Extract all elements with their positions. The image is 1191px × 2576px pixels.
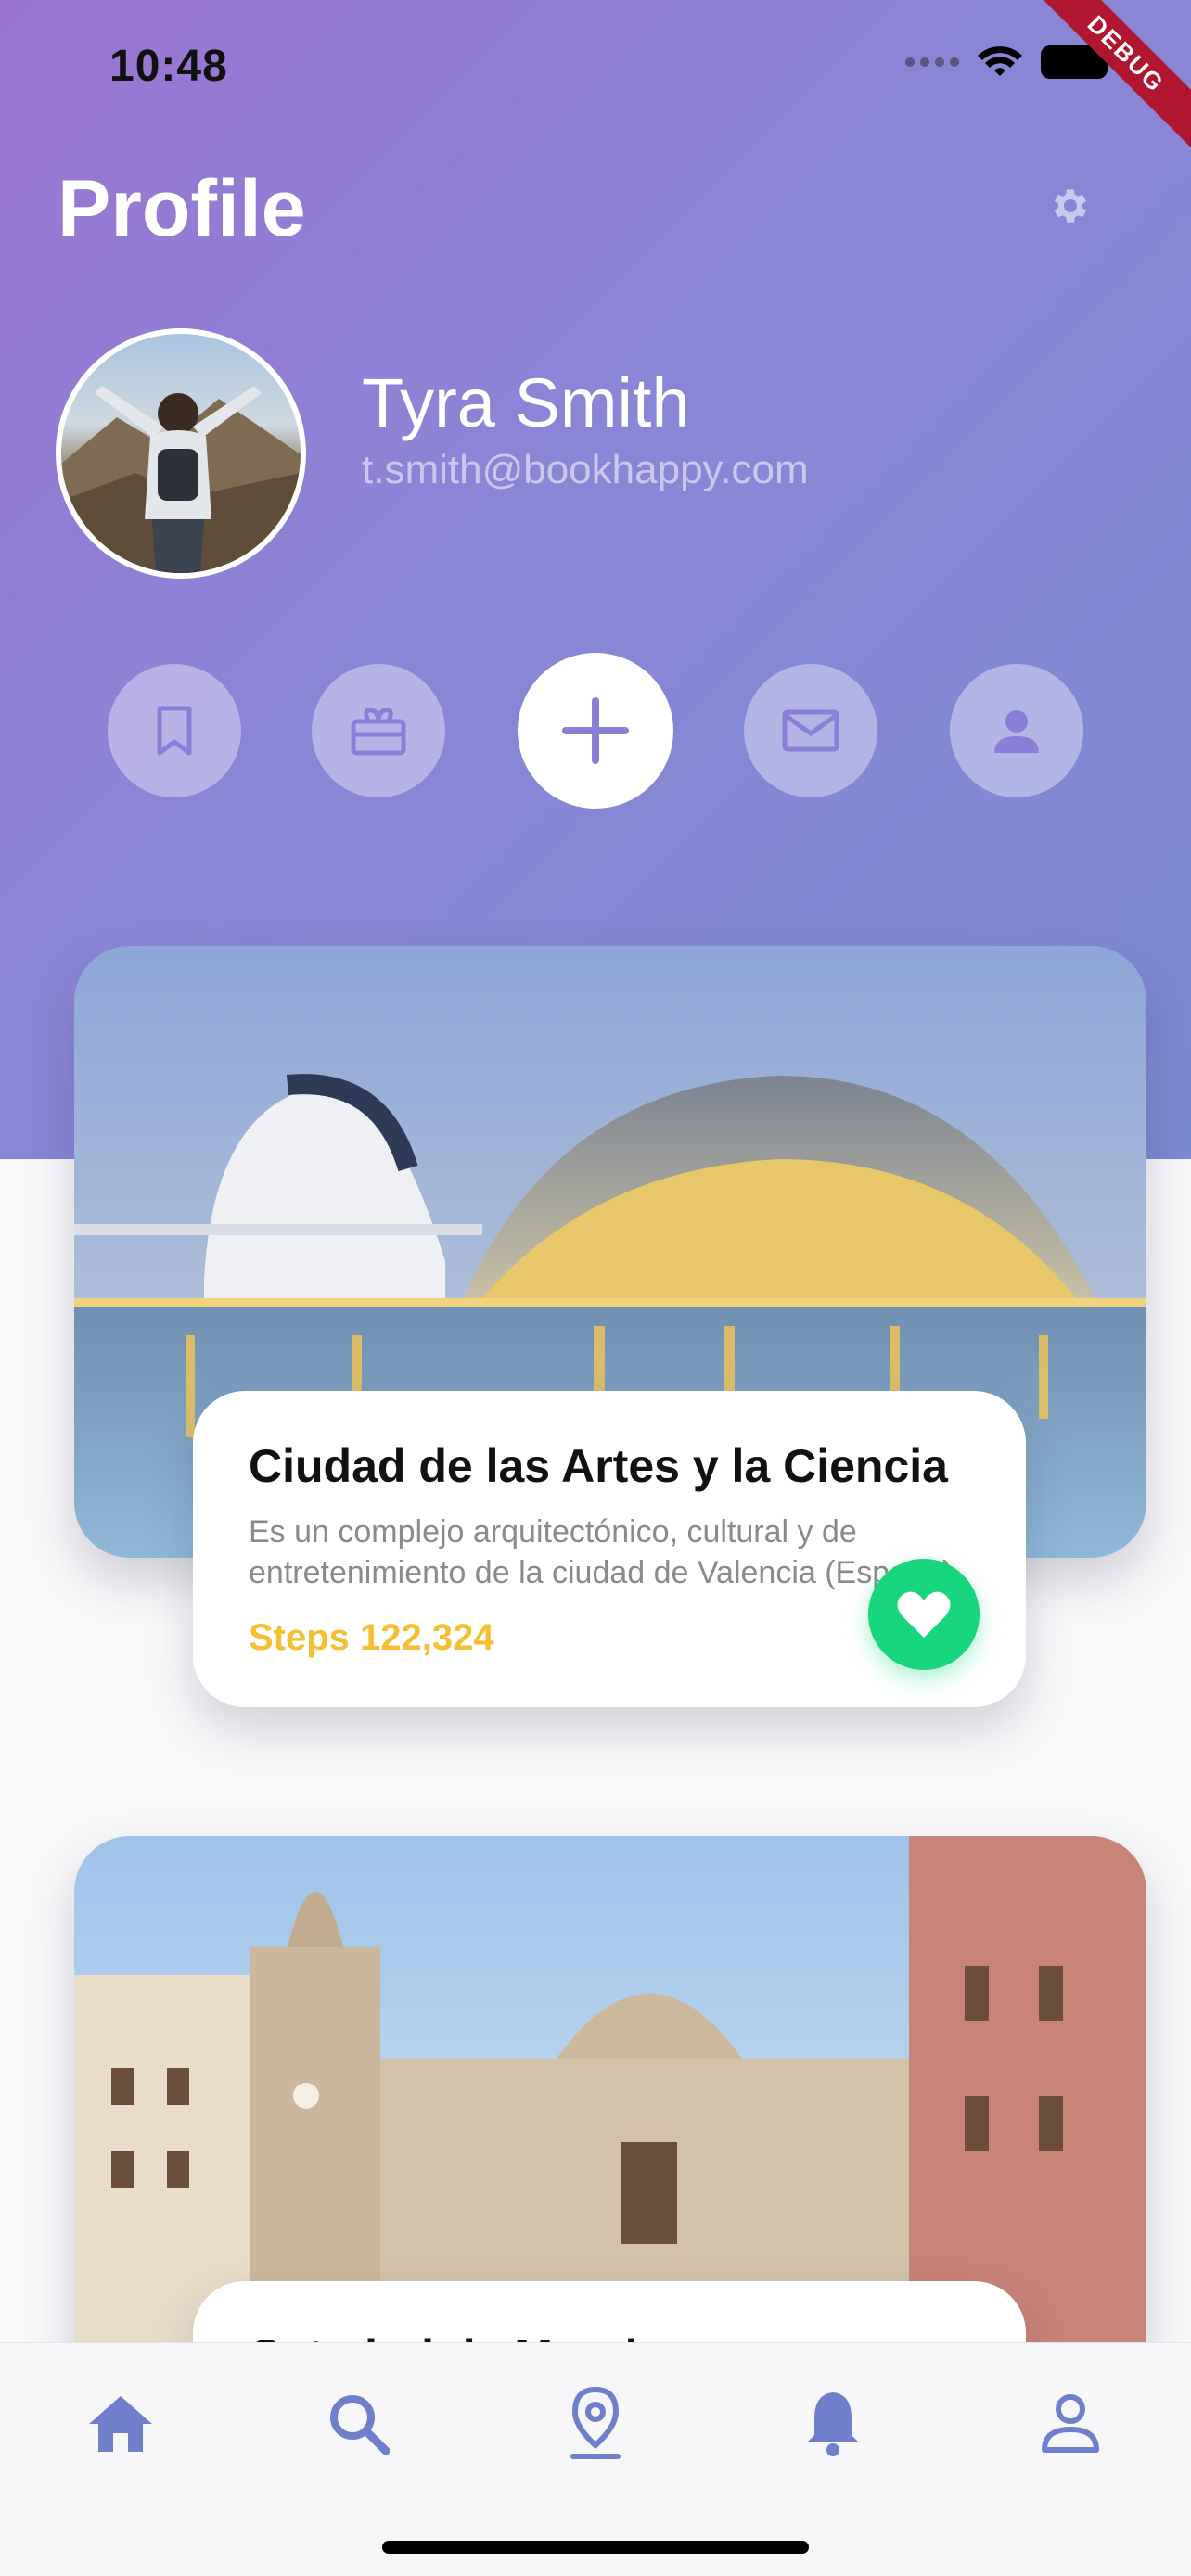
home-icon bbox=[89, 2396, 152, 2452]
place-title: Ciudad de las Artes y la Ciencia bbox=[249, 1440, 948, 1492]
bookmark-button[interactable] bbox=[108, 664, 241, 797]
mail-icon bbox=[782, 709, 839, 752]
person-icon bbox=[994, 710, 1039, 753]
settings-gear-icon[interactable] bbox=[1046, 184, 1091, 228]
signal-icon bbox=[905, 57, 959, 67]
status-time: 10:48 bbox=[109, 42, 228, 91]
gift-button[interactable] bbox=[312, 664, 445, 797]
add-button[interactable] bbox=[518, 653, 673, 809]
search-icon bbox=[330, 2395, 390, 2455]
user-name: Tyra Smith bbox=[362, 364, 690, 441]
nav-profile[interactable] bbox=[1033, 2386, 1108, 2460]
person-button[interactable] bbox=[950, 664, 1083, 797]
bell-icon bbox=[807, 2392, 859, 2456]
place-info-card[interactable]: Ciudad de las Artes y la Ciencia Es un c… bbox=[193, 1391, 1026, 1707]
nav-notifications[interactable] bbox=[796, 2386, 870, 2460]
page-title: Profile bbox=[58, 164, 306, 253]
profile-icon bbox=[1042, 2394, 1099, 2453]
home-indicator bbox=[382, 2541, 809, 2554]
mail-button[interactable] bbox=[744, 664, 877, 797]
place-description: Es un complejo arquitectónico, cultural … bbox=[249, 1514, 962, 1590]
avatar[interactable] bbox=[56, 328, 306, 579]
place-steps: Steps 122,324 bbox=[249, 1617, 494, 1658]
wifi-icon bbox=[978, 46, 1022, 76]
bookmark-icon bbox=[157, 706, 192, 756]
favorite-button[interactable] bbox=[868, 1559, 980, 1670]
nav-search[interactable] bbox=[321, 2386, 395, 2460]
nav-home[interactable] bbox=[83, 2386, 158, 2460]
plus-icon bbox=[562, 697, 629, 764]
gift-icon bbox=[351, 708, 406, 756]
heart-icon bbox=[897, 1591, 951, 1638]
nav-map[interactable] bbox=[558, 2386, 633, 2460]
location-pin-icon bbox=[570, 2386, 621, 2459]
user-email: t.smith@bookhappy.com bbox=[362, 447, 809, 492]
status-indicators bbox=[905, 45, 1114, 80]
